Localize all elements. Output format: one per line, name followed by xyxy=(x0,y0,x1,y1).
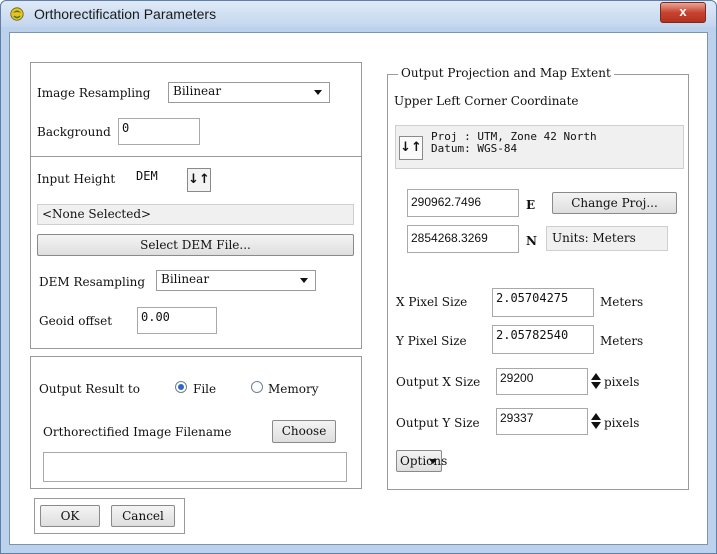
close-icon: x xyxy=(679,4,687,19)
spinner-arrows-icon[interactable] xyxy=(590,373,601,389)
options-label: Options xyxy=(400,454,448,468)
dem-resampling-label: DEM Resampling xyxy=(39,275,146,289)
output-y-input[interactable]: 29337 xyxy=(496,408,588,435)
northing-input[interactable]: 2854268.3269 xyxy=(407,225,519,253)
window-title: Orthorectification Parameters xyxy=(34,6,217,22)
x-pixel-input[interactable]: 2.05704275 xyxy=(492,288,594,317)
geoid-offset-input[interactable]: 0.00 xyxy=(137,307,217,334)
x-pixel-label: X Pixel Size xyxy=(396,295,468,309)
image-resampling-value: Bilinear xyxy=(173,84,222,98)
swap-coord-button[interactable]: ↓↑ xyxy=(399,136,423,160)
resampling-group: Image Resampling Bilinear Background 0 xyxy=(30,62,362,157)
dialog-body: Image Resampling Bilinear Background 0 I… xyxy=(9,32,708,545)
swap-icon: ↓↑ xyxy=(400,140,422,155)
ok-button[interactable]: OK xyxy=(40,505,100,527)
memory-radio[interactable] xyxy=(251,381,263,393)
output-y-label: Output Y Size xyxy=(396,416,480,430)
y-pixel-unit: Meters xyxy=(600,334,644,348)
chevron-down-icon xyxy=(314,90,322,95)
dem-selected-readout: <None Selected> xyxy=(37,204,354,225)
options-button[interactable]: Options xyxy=(396,450,447,472)
output-x-input[interactable]: 29200 xyxy=(496,368,588,395)
easting-unit: E xyxy=(526,198,536,212)
y-pixel-input[interactable]: 2.05782540 xyxy=(492,325,594,354)
file-radio[interactable] xyxy=(175,381,187,393)
envi-icon xyxy=(10,7,24,21)
spinner-arrows-icon[interactable] xyxy=(590,413,601,429)
units-text: Units: Meters xyxy=(552,231,636,245)
datum-text: Datum: WGS-84 xyxy=(431,142,518,155)
output-group: Output Result to File Memory Orthorectif… xyxy=(30,356,362,489)
title-bar[interactable]: Orthorectification Parameters x xyxy=(1,1,716,27)
background-label: Background xyxy=(37,125,111,139)
change-proj-button[interactable]: Change Proj... xyxy=(552,192,677,214)
choose-button[interactable]: Choose xyxy=(272,420,336,443)
dem-resampling-select[interactable]: Bilinear xyxy=(156,270,316,291)
filename-label: Orthorectified Image Filename xyxy=(43,425,232,439)
close-button[interactable]: x xyxy=(660,2,706,23)
dem-resampling-value: Bilinear xyxy=(161,272,210,286)
northing-unit: N xyxy=(526,234,537,248)
chevron-down-icon xyxy=(300,278,308,283)
geoid-offset-label: Geoid offset xyxy=(39,314,113,328)
input-height-label: Input Height xyxy=(37,172,116,186)
output-x-unit: pixels xyxy=(604,375,640,389)
output-y-unit: pixels xyxy=(604,416,640,430)
select-dem-button[interactable]: Select DEM File... xyxy=(37,234,354,256)
cancel-button[interactable]: Cancel xyxy=(111,505,175,527)
easting-input[interactable]: 290962.7496 xyxy=(407,189,519,217)
memory-option-label[interactable]: Memory xyxy=(268,382,319,396)
image-resampling-label: Image Resampling xyxy=(37,86,151,100)
height-group: Input Height DEM ↓↑ <None Selected> Sele… xyxy=(30,156,362,349)
input-height-value: DEM xyxy=(136,169,158,183)
swap-height-button[interactable]: ↓↑ xyxy=(187,168,211,192)
filename-input[interactable] xyxy=(43,452,347,482)
action-buttons-group: OK Cancel xyxy=(34,498,185,534)
output-result-label: Output Result to xyxy=(39,382,140,396)
projection-readout: ↓↑ Proj : UTM, Zone 42 North Datum: WGS-… xyxy=(395,125,684,169)
output-x-label: Output X Size xyxy=(396,375,481,389)
dem-selected-text: <None Selected> xyxy=(42,207,152,221)
file-option-label[interactable]: File xyxy=(193,382,216,396)
background-input[interactable]: 0 xyxy=(118,118,200,145)
upper-left-label: Upper Left Corner Coordinate xyxy=(394,94,579,108)
units-readout: Units: Meters xyxy=(546,226,668,251)
projection-legend: Output Projection and Map Extent xyxy=(398,66,614,80)
swap-icon: ↓↑ xyxy=(188,172,210,187)
chevron-down-icon xyxy=(429,459,437,464)
x-pixel-unit: Meters xyxy=(600,295,644,309)
image-resampling-select[interactable]: Bilinear xyxy=(168,82,330,103)
y-pixel-label: Y Pixel Size xyxy=(396,334,467,348)
dialog-window: Orthorectification Parameters x Image Re… xyxy=(0,0,717,554)
